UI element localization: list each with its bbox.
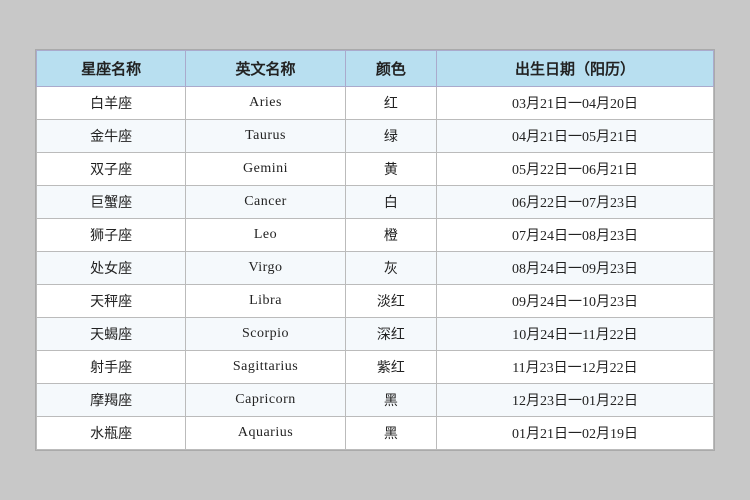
cell-dates: 01月21日一02月19日 [436,417,713,450]
table-header-row: 星座名称 英文名称 颜色 出生日期（阳历） [37,51,714,87]
table-row: 处女座Virgo灰08月24日一09月23日 [37,252,714,285]
table-row: 摩羯座Capricorn黑12月23日一01月22日 [37,384,714,417]
cell-color: 淡红 [345,285,436,318]
cell-dates: 04月21日一05月21日 [436,120,713,153]
cell-color: 紫红 [345,351,436,384]
table-row: 天蝎座Scorpio深红10月24日一11月22日 [37,318,714,351]
cell-chinese-name: 金牛座 [37,120,186,153]
cell-chinese-name: 水瓶座 [37,417,186,450]
table-row: 金牛座Taurus绿04月21日一05月21日 [37,120,714,153]
zodiac-table: 星座名称 英文名称 颜色 出生日期（阳历） 白羊座Aries红03月21日一04… [36,50,714,450]
cell-color: 黑 [345,384,436,417]
header-color: 颜色 [345,51,436,87]
cell-english-name: Gemini [186,153,346,186]
cell-chinese-name: 射手座 [37,351,186,384]
cell-dates: 10月24日一11月22日 [436,318,713,351]
cell-chinese-name: 双子座 [37,153,186,186]
table-row: 狮子座Leo橙07月24日一08月23日 [37,219,714,252]
cell-chinese-name: 处女座 [37,252,186,285]
cell-dates: 03月21日一04月20日 [436,87,713,120]
table-row: 水瓶座Aquarius黑01月21日一02月19日 [37,417,714,450]
cell-english-name: Virgo [186,252,346,285]
header-chinese-name: 星座名称 [37,51,186,87]
cell-english-name: Aquarius [186,417,346,450]
cell-chinese-name: 摩羯座 [37,384,186,417]
cell-english-name: Scorpio [186,318,346,351]
cell-dates: 11月23日一12月22日 [436,351,713,384]
cell-english-name: Taurus [186,120,346,153]
cell-dates: 06月22日一07月23日 [436,186,713,219]
cell-color: 橙 [345,219,436,252]
table-row: 天秤座Libra淡红09月24日一10月23日 [37,285,714,318]
cell-english-name: Leo [186,219,346,252]
cell-color: 绿 [345,120,436,153]
cell-english-name: Sagittarius [186,351,346,384]
cell-color: 白 [345,186,436,219]
cell-dates: 09月24日一10月23日 [436,285,713,318]
cell-color: 灰 [345,252,436,285]
table-row: 双子座Gemini黄05月22日一06月21日 [37,153,714,186]
cell-dates: 05月22日一06月21日 [436,153,713,186]
cell-chinese-name: 狮子座 [37,219,186,252]
cell-chinese-name: 天秤座 [37,285,186,318]
table-row: 射手座Sagittarius紫红11月23日一12月22日 [37,351,714,384]
cell-color: 黑 [345,417,436,450]
cell-english-name: Aries [186,87,346,120]
cell-english-name: Libra [186,285,346,318]
cell-color: 深红 [345,318,436,351]
cell-english-name: Capricorn [186,384,346,417]
header-english-name: 英文名称 [186,51,346,87]
table-body: 白羊座Aries红03月21日一04月20日金牛座Taurus绿04月21日一0… [37,87,714,450]
cell-dates: 08月24日一09月23日 [436,252,713,285]
cell-chinese-name: 天蝎座 [37,318,186,351]
cell-dates: 07月24日一08月23日 [436,219,713,252]
cell-color: 红 [345,87,436,120]
cell-english-name: Cancer [186,186,346,219]
header-dates: 出生日期（阳历） [436,51,713,87]
cell-color: 黄 [345,153,436,186]
cell-chinese-name: 巨蟹座 [37,186,186,219]
cell-chinese-name: 白羊座 [37,87,186,120]
cell-dates: 12月23日一01月22日 [436,384,713,417]
zodiac-table-container: 星座名称 英文名称 颜色 出生日期（阳历） 白羊座Aries红03月21日一04… [35,49,715,451]
table-row: 白羊座Aries红03月21日一04月20日 [37,87,714,120]
table-row: 巨蟹座Cancer白06月22日一07月23日 [37,186,714,219]
